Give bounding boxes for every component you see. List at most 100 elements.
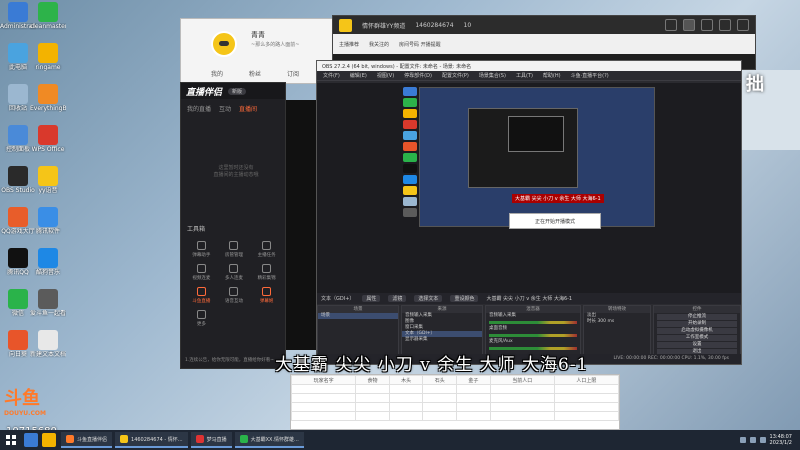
sheet-cell[interactable] — [489, 384, 555, 394]
sheet-header[interactable]: 金子 — [456, 375, 491, 385]
sub-tab-follow[interactable]: 我关注的 — [369, 41, 389, 48]
tool-button[interactable]: 房管管理 — [218, 241, 251, 258]
properties-button[interactable]: 属性 — [362, 295, 381, 302]
sheet-header[interactable]: 人口上限 — [553, 375, 619, 385]
sheet-header[interactable]: 食物 — [355, 375, 390, 385]
desktop-icon[interactable]: 爱斗鱼一起看直播 — [30, 289, 66, 317]
tool-button[interactable]: 主播任务 — [250, 241, 283, 258]
settings-icon[interactable] — [719, 19, 731, 31]
sheet-cell[interactable] — [489, 393, 555, 403]
control-button[interactable]: 启动虚拟摄像机 — [657, 328, 737, 334]
obs-menu-item[interactable]: 编辑(E) — [350, 72, 367, 79]
version-badge[interactable]: 新版 — [228, 87, 247, 95]
profile-tab-subscribe[interactable]: 订阅 — [287, 69, 299, 78]
sheet-cell[interactable] — [456, 393, 491, 403]
avatar[interactable] — [211, 31, 237, 57]
source-item[interactable]: 显示器采集 — [402, 337, 482, 343]
obs-preview[interactable]: 大基霸 尖尖 小刀 v 余生 大师 大海6-1 正在开始开播模式 — [317, 83, 741, 293]
tool-button[interactable]: 斗鱼直播 — [185, 287, 218, 304]
profile-tab-mine[interactable]: 我的 — [211, 69, 223, 78]
sheet-header[interactable]: 木头 — [388, 375, 424, 385]
sheet-cell[interactable] — [553, 411, 619, 421]
pinned-browser-icon[interactable] — [24, 433, 38, 447]
sheet-cell[interactable] — [355, 402, 390, 412]
layout-icon[interactable] — [701, 19, 713, 31]
helper-tab-room[interactable]: 直播间 — [239, 104, 257, 113]
tool-button[interactable]: 多人连麦 — [218, 264, 251, 281]
control-button[interactable]: 工作室模式 — [657, 335, 737, 341]
start-button[interactable] — [0, 430, 22, 450]
obs-menu-item[interactable]: 视图(V) — [377, 72, 394, 79]
desktop-icon[interactable]: 新建文本文档 — [30, 330, 66, 358]
sheet-cell[interactable] — [388, 384, 424, 394]
sheet-header[interactable]: 石头 — [422, 375, 458, 385]
sheet-cell[interactable] — [422, 393, 458, 403]
taskbar-task[interactable]: 斗鱼直播伴侣 — [61, 432, 113, 448]
clock[interactable]: 13:48:07 2023/1/2 — [770, 434, 792, 446]
ime-icon[interactable] — [759, 437, 766, 443]
sheet-cell[interactable] — [422, 402, 458, 412]
volume-meter[interactable] — [489, 321, 577, 324]
obs-menu-item[interactable]: 场景集合(S) — [479, 72, 506, 79]
helper-tab-mine[interactable]: 我的直播 — [187, 104, 211, 113]
home-tab-icon[interactable] — [683, 19, 695, 31]
sheet-cell[interactable] — [291, 384, 357, 394]
obs-menu-item[interactable]: 配置文件(P) — [442, 72, 469, 79]
sheet-cell[interactable] — [291, 411, 357, 421]
pinned-folder-icon[interactable] — [42, 433, 56, 447]
sheet-cell[interactable] — [456, 402, 491, 412]
sheet-cell[interactable] — [553, 393, 619, 403]
desktop-icon[interactable]: EverythingB — [30, 84, 66, 112]
sub-tab-recommend[interactable]: 主播推荐 — [339, 41, 359, 48]
minimize-icon[interactable] — [665, 19, 677, 31]
desktop-icon[interactable]: WPS Office — [30, 125, 66, 153]
desktop-icon[interactable]: yy语音 — [30, 166, 66, 194]
sheet-cell[interactable] — [355, 393, 390, 403]
obs-menu-item[interactable]: 停靠部件(D) — [404, 72, 432, 79]
sheet-cell[interactable] — [489, 402, 555, 412]
sheet-cell[interactable] — [489, 411, 555, 421]
obs-menu-item[interactable]: 斗鱼·直播平台(?) — [571, 72, 609, 79]
tool-button[interactable]: 精彩集锦 — [250, 264, 283, 281]
sheet-cell[interactable] — [355, 384, 390, 394]
sheet-header[interactable]: 玩家名字 — [291, 375, 357, 385]
taskbar-task[interactable]: 梦马直播 — [190, 432, 232, 448]
control-button[interactable]: 开始录制 — [657, 321, 737, 327]
helper-tab-interact[interactable]: 互动 — [219, 104, 231, 113]
sheet-cell[interactable] — [456, 411, 491, 421]
sheet-cell[interactable] — [388, 402, 424, 412]
sheet-header[interactable]: 当前人口 — [489, 375, 555, 385]
sheet-cell[interactable] — [291, 393, 357, 403]
tool-button[interactable]: 视频连麦 — [185, 264, 218, 281]
sheet-cell[interactable] — [388, 393, 424, 403]
desktop-icon[interactable]: cleanmaster — [30, 2, 66, 30]
tool-button[interactable]: 语音互动 — [218, 287, 251, 304]
tool-button[interactable]: 弹幕姬 — [250, 287, 283, 304]
desktop-icon[interactable]: 腾讯软件 — [30, 207, 66, 235]
taskbar-task[interactable]: 1460284674 - 情怀... — [115, 432, 188, 448]
sheet-cell[interactable] — [291, 402, 357, 412]
tool-button[interactable]: 弹幕助手 — [185, 241, 218, 258]
taskbar-task[interactable]: 大基霸XX.情怀群雄... — [234, 432, 304, 448]
select-text-button[interactable]: 选择文本 — [414, 295, 443, 302]
sheet-cell[interactable] — [355, 411, 390, 421]
tool-button[interactable]: 更多 — [185, 310, 218, 327]
close-icon[interactable] — [737, 19, 749, 31]
sheet-cell[interactable] — [422, 384, 458, 394]
home-icon[interactable] — [339, 18, 352, 32]
obs-menu-item[interactable]: 工具(T) — [516, 72, 533, 79]
scene-item[interactable]: 场景 — [318, 313, 398, 319]
desktop-icon[interactable]: ringame — [30, 43, 66, 71]
duration-value[interactable]: 300 ms — [597, 319, 614, 324]
sheet-cell[interactable] — [553, 402, 619, 412]
profile-tab-fans[interactable]: 粉丝 — [249, 69, 261, 78]
filters-button[interactable]: 滤镜 — [388, 295, 407, 302]
sheet-cell[interactable] — [553, 384, 619, 394]
sheet-cell[interactable] — [456, 384, 491, 394]
volume-icon[interactable] — [749, 437, 756, 443]
control-button[interactable]: 设置 — [657, 342, 737, 348]
obs-menu-item[interactable]: 文件(F) — [323, 72, 340, 79]
desktop-icon[interactable]: 酷狗音乐 — [30, 248, 66, 276]
reset-color-button[interactable]: 重设颜色 — [450, 295, 479, 302]
obs-menu-item[interactable]: 帮助(H) — [543, 72, 561, 79]
